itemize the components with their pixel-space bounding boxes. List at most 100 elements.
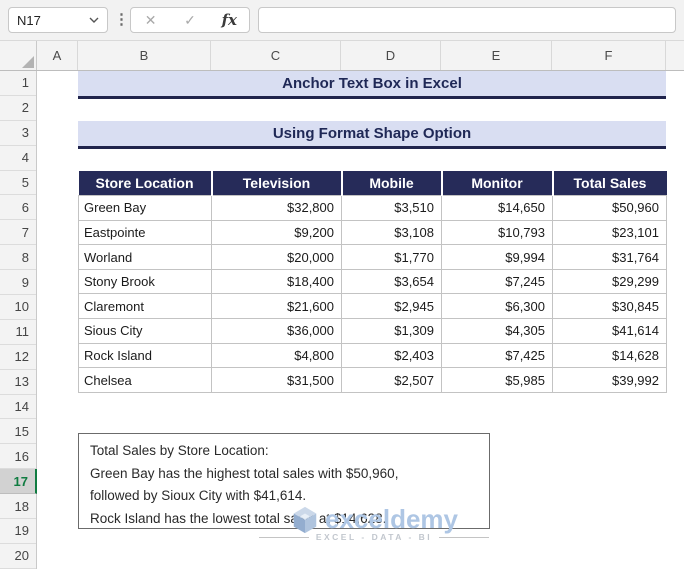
cell-store[interactable]: Claremont <box>78 293 212 320</box>
cell-mobile[interactable]: $2,945 <box>341 293 442 320</box>
table-row: Worland $20,000 $1,770 $9,994 $31,764 <box>78 244 667 270</box>
row-header-14[interactable]: 14 <box>0 395 36 420</box>
row-header-20[interactable]: 20 <box>0 544 36 569</box>
row-header-15[interactable]: 15 <box>0 419 36 445</box>
header-total-sales[interactable]: Total Sales <box>551 170 667 196</box>
more-options-icon[interactable]: ⋮ <box>114 8 129 32</box>
column-headers: A B C D E F <box>0 41 684 71</box>
cell-total[interactable]: $50,960 <box>552 195 667 221</box>
cell-monitor[interactable]: $14,650 <box>441 195 553 221</box>
column-header-b[interactable]: B <box>78 41 211 70</box>
cell-monitor[interactable]: $9,994 <box>441 244 553 270</box>
cell-television[interactable]: $9,200 <box>211 219 342 246</box>
cell-mobile[interactable]: $2,507 <box>341 367 442 393</box>
cell-store[interactable]: Rock Island <box>78 342 212 369</box>
cell-store[interactable]: Green Bay <box>78 195 212 221</box>
exceldemy-watermark: exceldemy EXCEL - DATA - BI <box>240 504 508 542</box>
cell-total[interactable]: $14,628 <box>552 342 667 369</box>
cell-store[interactable]: Stony Brook <box>78 268 212 295</box>
table-row: Claremont $21,600 $2,945 $6,300 $30,845 <box>78 293 667 320</box>
cell-store[interactable]: Worland <box>78 244 212 270</box>
cell-television[interactable]: $18,400 <box>211 268 342 295</box>
row-headers: 1 2 3 4 5 6 7 8 9 10 11 12 13 14 15 16 1… <box>0 71 37 569</box>
textbox-line: Total Sales by Store Location: <box>90 443 269 458</box>
cell-monitor[interactable]: $5,985 <box>441 367 553 393</box>
row-header-18[interactable]: 18 <box>0 494 36 520</box>
chevron-down-icon[interactable] <box>89 16 99 24</box>
column-header-a[interactable]: A <box>37 41 78 70</box>
column-header-f[interactable]: F <box>552 41 666 70</box>
row-header-17-active[interactable]: 17 <box>0 469 37 495</box>
header-mobile[interactable]: Mobile <box>340 170 442 196</box>
cell-mobile[interactable]: $2,403 <box>341 342 442 369</box>
cell-television[interactable]: $4,800 <box>211 342 342 369</box>
cell-total[interactable]: $30,845 <box>552 293 667 320</box>
table-row: Eastpointe $9,200 $3,108 $10,793 $23,101 <box>78 219 667 246</box>
row-header-7[interactable]: 7 <box>0 220 36 246</box>
cell-mobile[interactable]: $1,770 <box>341 244 442 270</box>
cell-monitor[interactable]: $7,425 <box>441 342 553 369</box>
cell-store[interactable]: Sious City <box>78 318 212 344</box>
exceldemy-logo-icon <box>293 506 317 533</box>
title-banner[interactable]: Anchor Text Box in Excel <box>78 71 666 99</box>
watermark-left-rule <box>258 536 309 538</box>
name-box[interactable]: N17 <box>8 7 108 33</box>
formula-bar-strip: N17 ⋮ ✕ ✓ fx <box>0 0 684 41</box>
row-header-8[interactable]: 8 <box>0 245 36 271</box>
cell-total[interactable]: $29,299 <box>552 268 667 295</box>
select-all-button[interactable] <box>0 41 37 70</box>
cell-mobile[interactable]: $1,309 <box>341 318 442 344</box>
cell-television[interactable]: $20,000 <box>211 244 342 270</box>
cell-monitor[interactable]: $4,305 <box>441 318 553 344</box>
column-header-e[interactable]: E <box>441 41 552 70</box>
header-store-location[interactable]: Store Location <box>78 170 212 196</box>
enter-button[interactable]: ✓ <box>175 12 205 29</box>
cell-mobile[interactable]: $3,510 <box>341 195 442 221</box>
cell-mobile[interactable]: $3,108 <box>341 219 442 246</box>
excel-window: N17 ⋮ ✕ ✓ fx A B C D E F 1 2 3 4 5 6 7 8… <box>0 0 684 569</box>
header-television[interactable]: Television <box>210 170 342 196</box>
column-header-partial[interactable] <box>666 41 684 70</box>
row-header-2[interactable]: 2 <box>0 96 36 121</box>
cancel-button[interactable]: ✕ <box>136 12 166 29</box>
row-header-5[interactable]: 5 <box>0 171 36 196</box>
watermark-brand-text: exceldemy <box>325 504 458 534</box>
formula-input[interactable] <box>258 7 676 33</box>
sales-table: Store Location Television Mobile Monitor… <box>78 170 667 393</box>
cell-total[interactable]: $23,101 <box>552 219 667 246</box>
watermark-right-rule <box>439 536 490 538</box>
formula-buttons-group: ✕ ✓ fx <box>130 7 250 33</box>
cell-total[interactable]: $39,992 <box>552 367 667 393</box>
column-header-c[interactable]: C <box>211 41 341 70</box>
cell-store[interactable]: Chelsea <box>78 367 212 393</box>
row-header-11[interactable]: 11 <box>0 320 36 345</box>
header-monitor[interactable]: Monitor <box>440 170 553 196</box>
row-header-16[interactable]: 16 <box>0 444 36 470</box>
row-header-13[interactable]: 13 <box>0 370 36 395</box>
insert-function-button[interactable]: fx <box>214 11 244 29</box>
cell-store[interactable]: Eastpointe <box>78 219 212 246</box>
table-row: Rock Island $4,800 $2,403 $7,425 $14,628 <box>78 342 667 369</box>
cell-monitor[interactable]: $6,300 <box>441 293 553 320</box>
row-header-19[interactable]: 19 <box>0 519 36 544</box>
cell-television[interactable]: $21,600 <box>211 293 342 320</box>
cell-total[interactable]: $41,614 <box>552 318 667 344</box>
name-box-value: N17 <box>17 12 41 28</box>
row-header-9[interactable]: 9 <box>0 270 36 296</box>
row-header-10[interactable]: 10 <box>0 295 36 320</box>
cell-total[interactable]: $31,764 <box>552 244 667 270</box>
column-header-d[interactable]: D <box>341 41 441 70</box>
row-header-1[interactable]: 1 <box>0 71 36 96</box>
cell-television[interactable]: $32,800 <box>211 195 342 221</box>
cell-monitor[interactable]: $10,793 <box>441 219 553 246</box>
row-header-6[interactable]: 6 <box>0 195 36 221</box>
cell-monitor[interactable]: $7,245 <box>441 268 553 295</box>
cell-mobile[interactable]: $3,654 <box>341 268 442 295</box>
section-banner[interactable]: Using Format Shape Option <box>78 120 666 149</box>
row-header-12[interactable]: 12 <box>0 345 36 370</box>
cell-television[interactable]: $36,000 <box>211 318 342 344</box>
row-header-3[interactable]: 3 <box>0 121 36 146</box>
cell-television[interactable]: $31,500 <box>211 367 342 393</box>
table-header-row: Store Location Television Mobile Monitor… <box>78 170 667 196</box>
row-header-4[interactable]: 4 <box>0 146 36 171</box>
